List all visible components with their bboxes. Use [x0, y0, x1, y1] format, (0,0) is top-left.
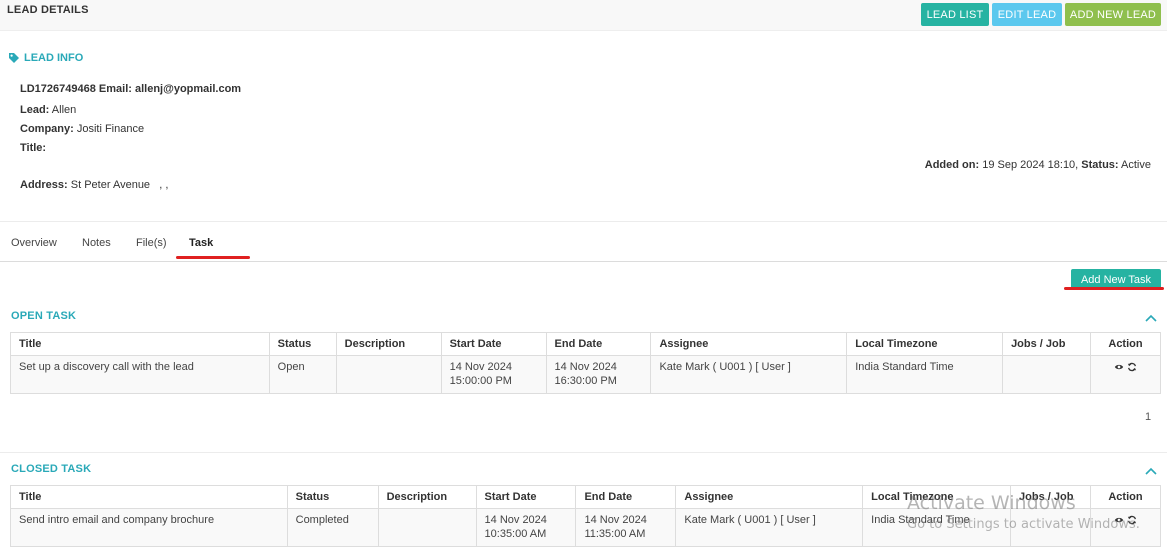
task-status: Open — [268, 355, 337, 394]
lead-email: allenj@yopmail.com — [134, 83, 242, 95]
lead-name: Allen — [51, 104, 77, 116]
task-jobs — [1002, 355, 1091, 394]
page-title: LEAD DETAILS — [7, 4, 89, 16]
added-on-value: 19 Sep 2024 18:10, — [982, 159, 1079, 171]
company-name: Jositi Finance — [76, 123, 145, 135]
title-label: Title: — [20, 142, 47, 154]
task-actions — [1089, 355, 1162, 394]
table-header-row: Title Status Description Start Date End … — [10, 332, 1162, 356]
column-header[interactable]: Start Date — [475, 485, 577, 509]
top-bar: LEAD DETAILS LEAD LIST EDIT LEAD ADD NEW… — [0, 0, 1167, 31]
column-header[interactable]: End Date — [545, 332, 652, 356]
task-end-date: 14 Nov 2024 — [554, 361, 617, 373]
activation-watermark-subtitle: Go to Settings to activate Windows. — [907, 517, 1140, 532]
task-start: 14 Nov 2024 15:00:00 PM — [440, 355, 547, 394]
tab-task[interactable]: Task — [189, 237, 213, 249]
column-header[interactable]: Description — [377, 485, 477, 509]
column-header[interactable]: End Date — [575, 485, 677, 509]
task-end: 14 Nov 2024 11:35:00 AM — [575, 508, 677, 547]
task-assignee: Kate Mark ( U001 ) [ User ] — [650, 355, 848, 394]
task-end-time: 11:35:00 AM — [584, 528, 646, 540]
annotation-underline-add-task — [1064, 287, 1164, 290]
task-end-time: 16:30:00 PM — [554, 375, 617, 387]
table-row: Set up a discovery call with the lead Op… — [10, 355, 1162, 394]
column-header[interactable]: Action — [1089, 332, 1162, 356]
task-start-time: 15:00:00 PM — [449, 375, 512, 387]
added-on-label: Added on: — [924, 159, 980, 171]
column-header[interactable]: Start Date — [440, 332, 547, 356]
open-task-heading: OPEN TASK — [11, 310, 77, 322]
task-end: 14 Nov 2024 16:30:00 PM — [545, 355, 652, 394]
lead-label: Lead: — [20, 104, 50, 116]
divider — [0, 452, 1167, 453]
task-start-date: 14 Nov 2024 — [484, 514, 547, 526]
lead-info-heading: LEAD INFO — [8, 52, 83, 64]
pagination-page[interactable]: 1 — [1145, 411, 1151, 423]
task-title: Send intro email and company brochure — [10, 508, 288, 547]
address-line: Address: St Peter Avenue , , — [20, 179, 168, 191]
task-description — [377, 508, 477, 547]
column-header[interactable]: Status — [286, 485, 379, 509]
eye-icon[interactable] — [1114, 362, 1124, 372]
task-start: 14 Nov 2024 10:35:00 AM — [475, 508, 577, 547]
tab-bar: Overview Notes File(s) Task — [0, 222, 1167, 262]
task-start-date: 14 Nov 2024 — [449, 361, 512, 373]
activation-watermark-title: Activate Windows — [907, 492, 1076, 514]
lead-id-email-line: LD1726749468 Email: allenj@yopmail.com — [20, 83, 241, 95]
tab-files[interactable]: File(s) — [136, 237, 167, 249]
address-label: Address: — [20, 179, 68, 191]
column-header[interactable]: Title — [10, 485, 288, 509]
column-header[interactable]: Jobs / Job — [1002, 332, 1091, 356]
refresh-icon[interactable] — [1127, 362, 1137, 372]
annotation-underline-task — [176, 256, 250, 259]
tab-notes[interactable]: Notes — [82, 237, 111, 249]
lead-id: LD1726749468 — [20, 83, 96, 95]
edit-lead-button[interactable]: EDIT LEAD — [992, 3, 1062, 26]
column-header[interactable]: Assignee — [650, 332, 848, 356]
task-status: Completed — [286, 508, 379, 547]
column-header[interactable]: Assignee — [675, 485, 864, 509]
column-header[interactable]: Description — [335, 332, 442, 356]
open-task-table: Title Status Description Start Date End … — [10, 332, 1162, 394]
tab-overview[interactable]: Overview — [11, 237, 57, 249]
title-line: Title: — [20, 142, 46, 154]
task-title: Set up a discovery call with the lead — [10, 355, 270, 394]
added-on-status: Added on: 19 Sep 2024 18:10, Status: Act… — [925, 159, 1151, 171]
address-value: St Peter Avenue , , — [70, 179, 169, 191]
email-label: Email: — [98, 83, 132, 95]
status-label: Status: — [1081, 159, 1119, 171]
task-assignee: Kate Mark ( U001 ) [ User ] — [675, 508, 864, 547]
task-end-date: 14 Nov 2024 — [584, 514, 647, 526]
closed-task-heading: CLOSED TASK — [11, 463, 92, 475]
lead-list-button[interactable]: LEAD LIST — [921, 3, 989, 26]
chevron-up-icon[interactable] — [1145, 314, 1157, 322]
column-header[interactable]: Title — [10, 332, 270, 356]
column-header[interactable]: Action — [1089, 485, 1162, 509]
task-start-time: 10:35:00 AM — [484, 528, 547, 540]
task-description — [335, 355, 442, 394]
add-new-lead-button[interactable]: ADD NEW LEAD — [1065, 3, 1161, 26]
lead-info-heading-label: LEAD INFO — [24, 52, 84, 64]
column-header[interactable]: Status — [268, 332, 337, 356]
chevron-up-icon[interactable] — [1145, 467, 1157, 475]
task-timezone: India Standard Time — [846, 355, 1004, 394]
status-value: Active — [1121, 159, 1151, 171]
column-header[interactable]: Local Timezone — [846, 332, 1004, 356]
company-line: Company: Jositi Finance — [20, 123, 144, 135]
lead-name-line: Lead: Allen — [20, 104, 76, 116]
company-label: Company: — [20, 123, 74, 135]
tag-icon — [9, 53, 19, 63]
